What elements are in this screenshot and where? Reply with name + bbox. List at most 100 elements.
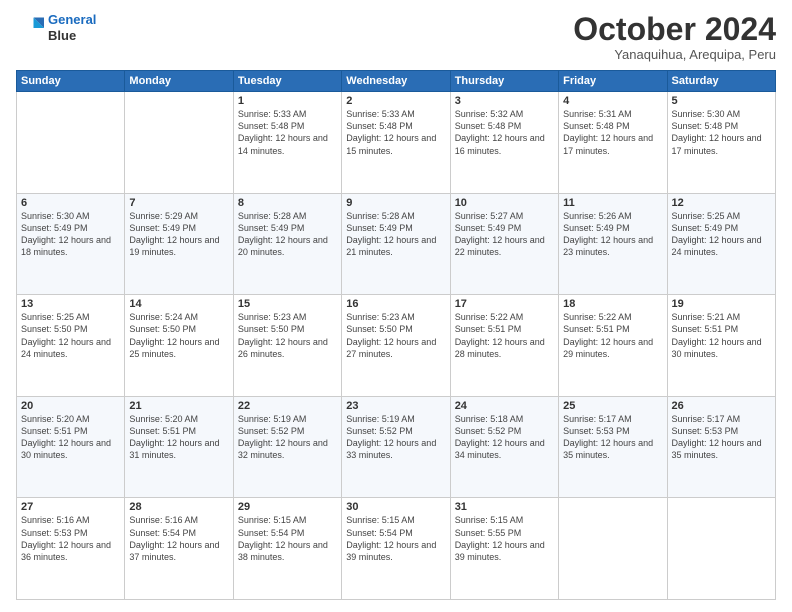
day-number: 31 xyxy=(455,501,554,513)
day-info: Sunrise: 5:20 AM Sunset: 5:51 PM Dayligh… xyxy=(21,413,120,462)
calendar-cell: 13Sunrise: 5:25 AM Sunset: 5:50 PM Dayli… xyxy=(17,295,125,397)
day-number: 5 xyxy=(672,95,771,107)
calendar-cell xyxy=(667,498,775,600)
calendar-cell: 2Sunrise: 5:33 AM Sunset: 5:48 PM Daylig… xyxy=(342,92,450,194)
calendar-cell: 31Sunrise: 5:15 AM Sunset: 5:55 PM Dayli… xyxy=(450,498,558,600)
day-number: 13 xyxy=(21,298,120,310)
calendar-cell: 3Sunrise: 5:32 AM Sunset: 5:48 PM Daylig… xyxy=(450,92,558,194)
day-number: 25 xyxy=(563,400,662,412)
weekday-header-thursday: Thursday xyxy=(450,71,558,92)
day-info: Sunrise: 5:26 AM Sunset: 5:49 PM Dayligh… xyxy=(563,210,662,259)
calendar-cell: 16Sunrise: 5:23 AM Sunset: 5:50 PM Dayli… xyxy=(342,295,450,397)
calendar-cell: 11Sunrise: 5:26 AM Sunset: 5:49 PM Dayli… xyxy=(559,193,667,295)
week-row-5: 27Sunrise: 5:16 AM Sunset: 5:53 PM Dayli… xyxy=(17,498,776,600)
calendar-cell: 23Sunrise: 5:19 AM Sunset: 5:52 PM Dayli… xyxy=(342,396,450,498)
calendar-cell: 29Sunrise: 5:15 AM Sunset: 5:54 PM Dayli… xyxy=(233,498,341,600)
calendar-cell: 6Sunrise: 5:30 AM Sunset: 5:49 PM Daylig… xyxy=(17,193,125,295)
logo-text: General Blue xyxy=(48,12,96,43)
calendar-cell: 30Sunrise: 5:15 AM Sunset: 5:54 PM Dayli… xyxy=(342,498,450,600)
calendar-cell: 1Sunrise: 5:33 AM Sunset: 5:48 PM Daylig… xyxy=(233,92,341,194)
day-info: Sunrise: 5:33 AM Sunset: 5:48 PM Dayligh… xyxy=(346,108,445,157)
day-info: Sunrise: 5:15 AM Sunset: 5:55 PM Dayligh… xyxy=(455,514,554,563)
day-info: Sunrise: 5:20 AM Sunset: 5:51 PM Dayligh… xyxy=(129,413,228,462)
day-info: Sunrise: 5:32 AM Sunset: 5:48 PM Dayligh… xyxy=(455,108,554,157)
calendar-cell: 22Sunrise: 5:19 AM Sunset: 5:52 PM Dayli… xyxy=(233,396,341,498)
calendar-cell: 15Sunrise: 5:23 AM Sunset: 5:50 PM Dayli… xyxy=(233,295,341,397)
day-info: Sunrise: 5:19 AM Sunset: 5:52 PM Dayligh… xyxy=(238,413,337,462)
day-info: Sunrise: 5:21 AM Sunset: 5:51 PM Dayligh… xyxy=(672,311,771,360)
day-info: Sunrise: 5:18 AM Sunset: 5:52 PM Dayligh… xyxy=(455,413,554,462)
calendar-cell: 19Sunrise: 5:21 AM Sunset: 5:51 PM Dayli… xyxy=(667,295,775,397)
weekday-header-sunday: Sunday xyxy=(17,71,125,92)
calendar-cell: 26Sunrise: 5:17 AM Sunset: 5:53 PM Dayli… xyxy=(667,396,775,498)
day-number: 1 xyxy=(238,95,337,107)
day-info: Sunrise: 5:28 AM Sunset: 5:49 PM Dayligh… xyxy=(346,210,445,259)
calendar-cell: 12Sunrise: 5:25 AM Sunset: 5:49 PM Dayli… xyxy=(667,193,775,295)
title-area: October 2024 Yanaquihua, Arequipa, Peru xyxy=(573,12,776,62)
day-info: Sunrise: 5:25 AM Sunset: 5:49 PM Dayligh… xyxy=(672,210,771,259)
week-row-1: 1Sunrise: 5:33 AM Sunset: 5:48 PM Daylig… xyxy=(17,92,776,194)
week-row-2: 6Sunrise: 5:30 AM Sunset: 5:49 PM Daylig… xyxy=(17,193,776,295)
day-info: Sunrise: 5:29 AM Sunset: 5:49 PM Dayligh… xyxy=(129,210,228,259)
header-row: SundayMondayTuesdayWednesdayThursdayFrid… xyxy=(17,71,776,92)
day-info: Sunrise: 5:23 AM Sunset: 5:50 PM Dayligh… xyxy=(346,311,445,360)
calendar-cell: 17Sunrise: 5:22 AM Sunset: 5:51 PM Dayli… xyxy=(450,295,558,397)
calendar-cell: 21Sunrise: 5:20 AM Sunset: 5:51 PM Dayli… xyxy=(125,396,233,498)
location-subtitle: Yanaquihua, Arequipa, Peru xyxy=(573,47,776,62)
week-row-4: 20Sunrise: 5:20 AM Sunset: 5:51 PM Dayli… xyxy=(17,396,776,498)
page: General Blue October 2024 Yanaquihua, Ar… xyxy=(0,0,792,612)
day-number: 2 xyxy=(346,95,445,107)
day-info: Sunrise: 5:33 AM Sunset: 5:48 PM Dayligh… xyxy=(238,108,337,157)
day-number: 21 xyxy=(129,400,228,412)
calendar-cell: 25Sunrise: 5:17 AM Sunset: 5:53 PM Dayli… xyxy=(559,396,667,498)
weekday-header-wednesday: Wednesday xyxy=(342,71,450,92)
calendar-cell xyxy=(17,92,125,194)
day-number: 19 xyxy=(672,298,771,310)
day-number: 4 xyxy=(563,95,662,107)
calendar-cell: 24Sunrise: 5:18 AM Sunset: 5:52 PM Dayli… xyxy=(450,396,558,498)
day-number: 20 xyxy=(21,400,120,412)
calendar-cell: 20Sunrise: 5:20 AM Sunset: 5:51 PM Dayli… xyxy=(17,396,125,498)
logo-icon xyxy=(16,14,44,42)
day-number: 10 xyxy=(455,197,554,209)
calendar-cell: 5Sunrise: 5:30 AM Sunset: 5:48 PM Daylig… xyxy=(667,92,775,194)
day-info: Sunrise: 5:30 AM Sunset: 5:48 PM Dayligh… xyxy=(672,108,771,157)
day-info: Sunrise: 5:16 AM Sunset: 5:53 PM Dayligh… xyxy=(21,514,120,563)
day-number: 16 xyxy=(346,298,445,310)
calendar-cell: 27Sunrise: 5:16 AM Sunset: 5:53 PM Dayli… xyxy=(17,498,125,600)
day-number: 29 xyxy=(238,501,337,513)
calendar-cell: 7Sunrise: 5:29 AM Sunset: 5:49 PM Daylig… xyxy=(125,193,233,295)
day-number: 30 xyxy=(346,501,445,513)
day-info: Sunrise: 5:31 AM Sunset: 5:48 PM Dayligh… xyxy=(563,108,662,157)
day-number: 18 xyxy=(563,298,662,310)
day-info: Sunrise: 5:15 AM Sunset: 5:54 PM Dayligh… xyxy=(238,514,337,563)
calendar-cell: 10Sunrise: 5:27 AM Sunset: 5:49 PM Dayli… xyxy=(450,193,558,295)
header: General Blue October 2024 Yanaquihua, Ar… xyxy=(16,12,776,62)
day-number: 27 xyxy=(21,501,120,513)
day-number: 28 xyxy=(129,501,228,513)
weekday-header-friday: Friday xyxy=(559,71,667,92)
day-info: Sunrise: 5:17 AM Sunset: 5:53 PM Dayligh… xyxy=(563,413,662,462)
day-info: Sunrise: 5:17 AM Sunset: 5:53 PM Dayligh… xyxy=(672,413,771,462)
day-info: Sunrise: 5:16 AM Sunset: 5:54 PM Dayligh… xyxy=(129,514,228,563)
day-number: 11 xyxy=(563,197,662,209)
day-number: 26 xyxy=(672,400,771,412)
calendar-cell: 18Sunrise: 5:22 AM Sunset: 5:51 PM Dayli… xyxy=(559,295,667,397)
month-title: October 2024 xyxy=(573,12,776,47)
day-info: Sunrise: 5:22 AM Sunset: 5:51 PM Dayligh… xyxy=(455,311,554,360)
day-info: Sunrise: 5:22 AM Sunset: 5:51 PM Dayligh… xyxy=(563,311,662,360)
day-info: Sunrise: 5:15 AM Sunset: 5:54 PM Dayligh… xyxy=(346,514,445,563)
calendar-cell xyxy=(125,92,233,194)
week-row-3: 13Sunrise: 5:25 AM Sunset: 5:50 PM Dayli… xyxy=(17,295,776,397)
calendar-cell: 8Sunrise: 5:28 AM Sunset: 5:49 PM Daylig… xyxy=(233,193,341,295)
day-number: 17 xyxy=(455,298,554,310)
calendar-cell: 4Sunrise: 5:31 AM Sunset: 5:48 PM Daylig… xyxy=(559,92,667,194)
day-number: 15 xyxy=(238,298,337,310)
day-info: Sunrise: 5:27 AM Sunset: 5:49 PM Dayligh… xyxy=(455,210,554,259)
day-number: 9 xyxy=(346,197,445,209)
weekday-header-saturday: Saturday xyxy=(667,71,775,92)
logo: General Blue xyxy=(16,12,96,43)
day-info: Sunrise: 5:28 AM Sunset: 5:49 PM Dayligh… xyxy=(238,210,337,259)
calendar: SundayMondayTuesdayWednesdayThursdayFrid… xyxy=(16,70,776,600)
day-number: 8 xyxy=(238,197,337,209)
